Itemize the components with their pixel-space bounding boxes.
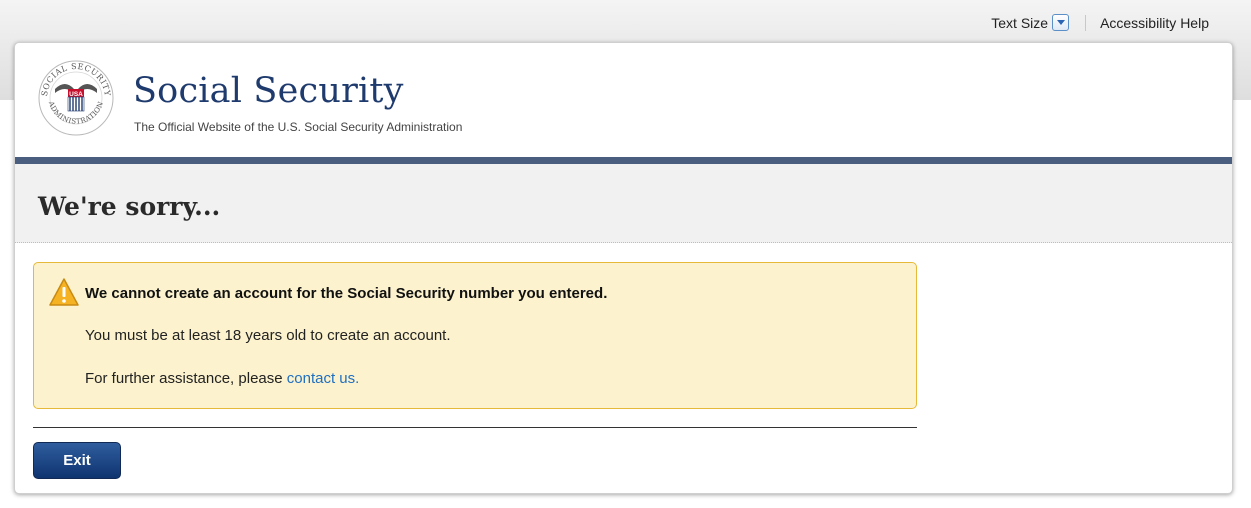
- alert-message: You must be at least 18 years old to cre…: [85, 327, 451, 344]
- utility-divider: [1085, 14, 1087, 31]
- page-title-area: We're sorry...: [15, 164, 1232, 243]
- text-size-control[interactable]: Text Size: [991, 14, 1070, 31]
- section-divider: [33, 427, 917, 428]
- warning-icon: [49, 278, 79, 306]
- chevron-down-icon[interactable]: [1052, 14, 1070, 31]
- main-card: SOCIAL SECURITY ADMINISTRATION USA Socia…: [14, 42, 1233, 494]
- ssa-seal-icon: SOCIAL SECURITY ADMINISTRATION USA: [38, 60, 114, 136]
- error-alert: We cannot create an account for the Soci…: [33, 262, 917, 409]
- text-size-label: Text Size: [991, 14, 1049, 31]
- page-title: We're sorry...: [38, 192, 221, 221]
- alert-heading: We cannot create an account for the Soci…: [85, 285, 608, 302]
- site-subtitle: The Official Website of the U.S. Social …: [134, 120, 463, 134]
- header-divider-bar: [15, 157, 1232, 164]
- alert-assistance: For further assistance, please contact u…: [85, 370, 359, 387]
- accessibility-help-link[interactable]: Accessibility Help: [1100, 15, 1209, 31]
- exit-button[interactable]: Exit: [33, 442, 121, 479]
- contact-us-link[interactable]: contact us.: [287, 370, 360, 387]
- site-title[interactable]: Social Security: [133, 71, 404, 111]
- utility-bar: Text Size Accessibility Help: [991, 14, 1209, 31]
- site-header: SOCIAL SECURITY ADMINISTRATION USA Socia…: [15, 43, 1232, 157]
- assistance-text: For further assistance, please: [85, 370, 287, 387]
